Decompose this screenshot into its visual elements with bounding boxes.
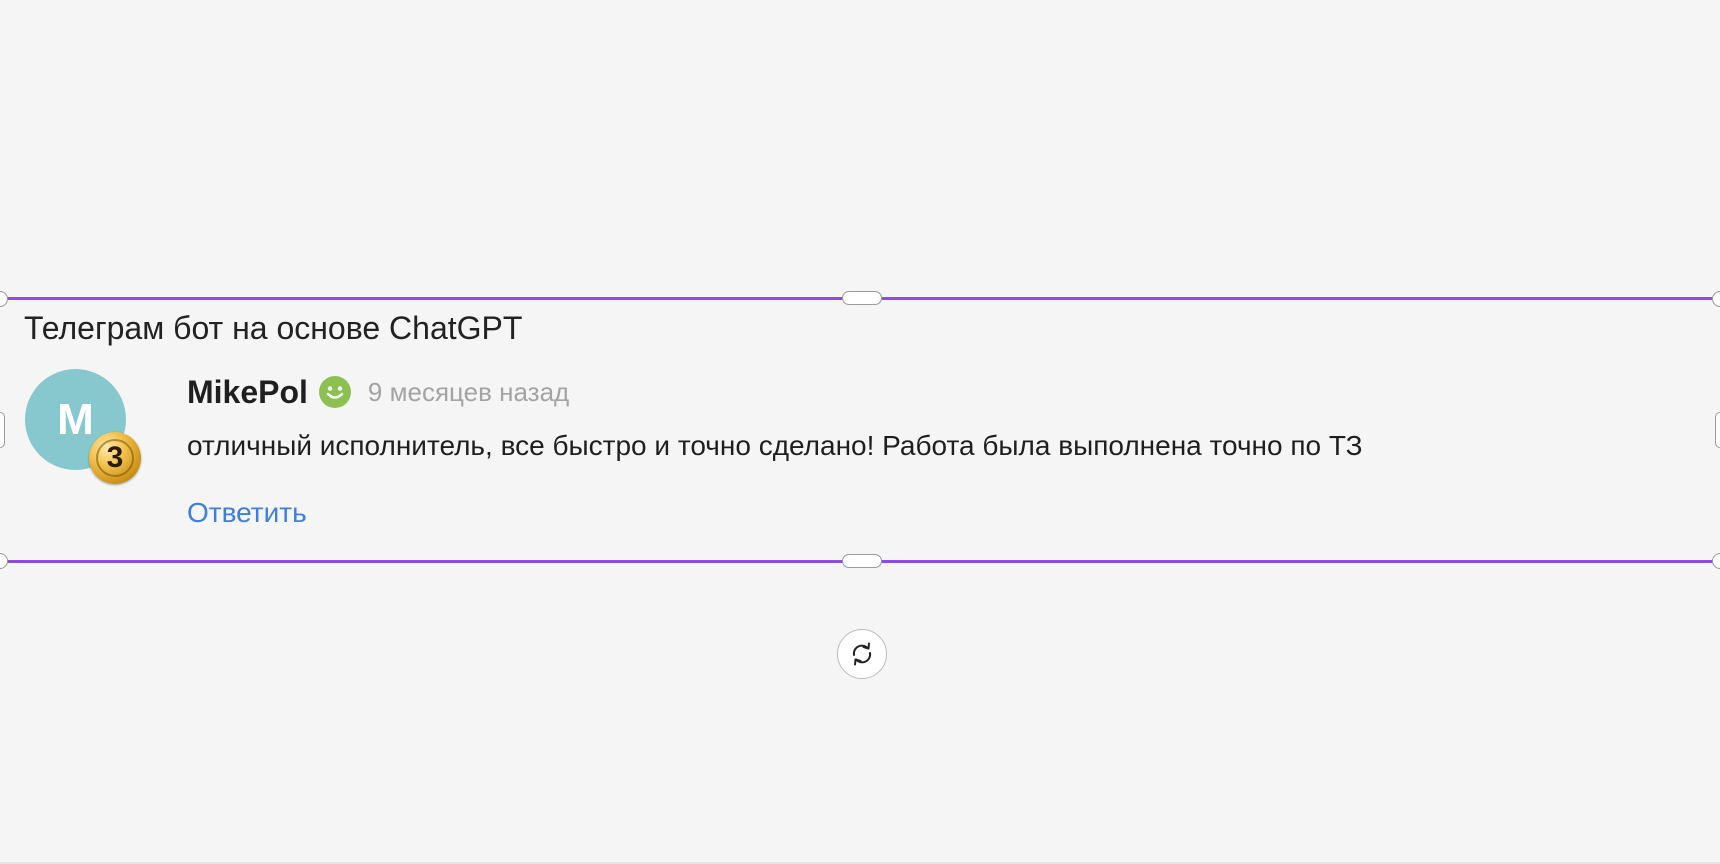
username[interactable]: MikePol	[187, 374, 308, 411]
resize-handle-bottom[interactable]	[842, 554, 882, 568]
resize-handle-left[interactable]	[0, 412, 5, 448]
avatar-initial: M	[57, 394, 94, 444]
smile-icon	[318, 376, 351, 408]
editor-canvas: Телеграм бот на основе ChatGPT M 3 MikeP…	[0, 0, 1720, 864]
resize-handle-top-right[interactable]	[1712, 291, 1720, 307]
resize-handle-top-left[interactable]	[0, 291, 8, 307]
widget-title: Телеграм бот на основе ChatGPT	[24, 310, 523, 346]
rotate-icon	[852, 642, 872, 666]
resize-handle-right[interactable]	[1715, 412, 1720, 448]
reply-link[interactable]: Ответить	[187, 497, 307, 529]
rotate-handle[interactable]	[837, 629, 887, 679]
level-badge: 3	[89, 432, 141, 484]
review-text: отличный исполнитель, все быстро и точно…	[187, 430, 1363, 461]
resize-handle-bottom-right[interactable]	[1712, 553, 1720, 569]
review-timestamp: 9 месяцев назад	[367, 376, 570, 407]
resize-handle-top[interactable]	[842, 291, 882, 305]
review-header: MikePol 9 месяцев назад	[187, 372, 569, 412]
resize-handle-bottom-left[interactable]	[0, 553, 8, 569]
level-badge-number: 3	[96, 439, 134, 477]
